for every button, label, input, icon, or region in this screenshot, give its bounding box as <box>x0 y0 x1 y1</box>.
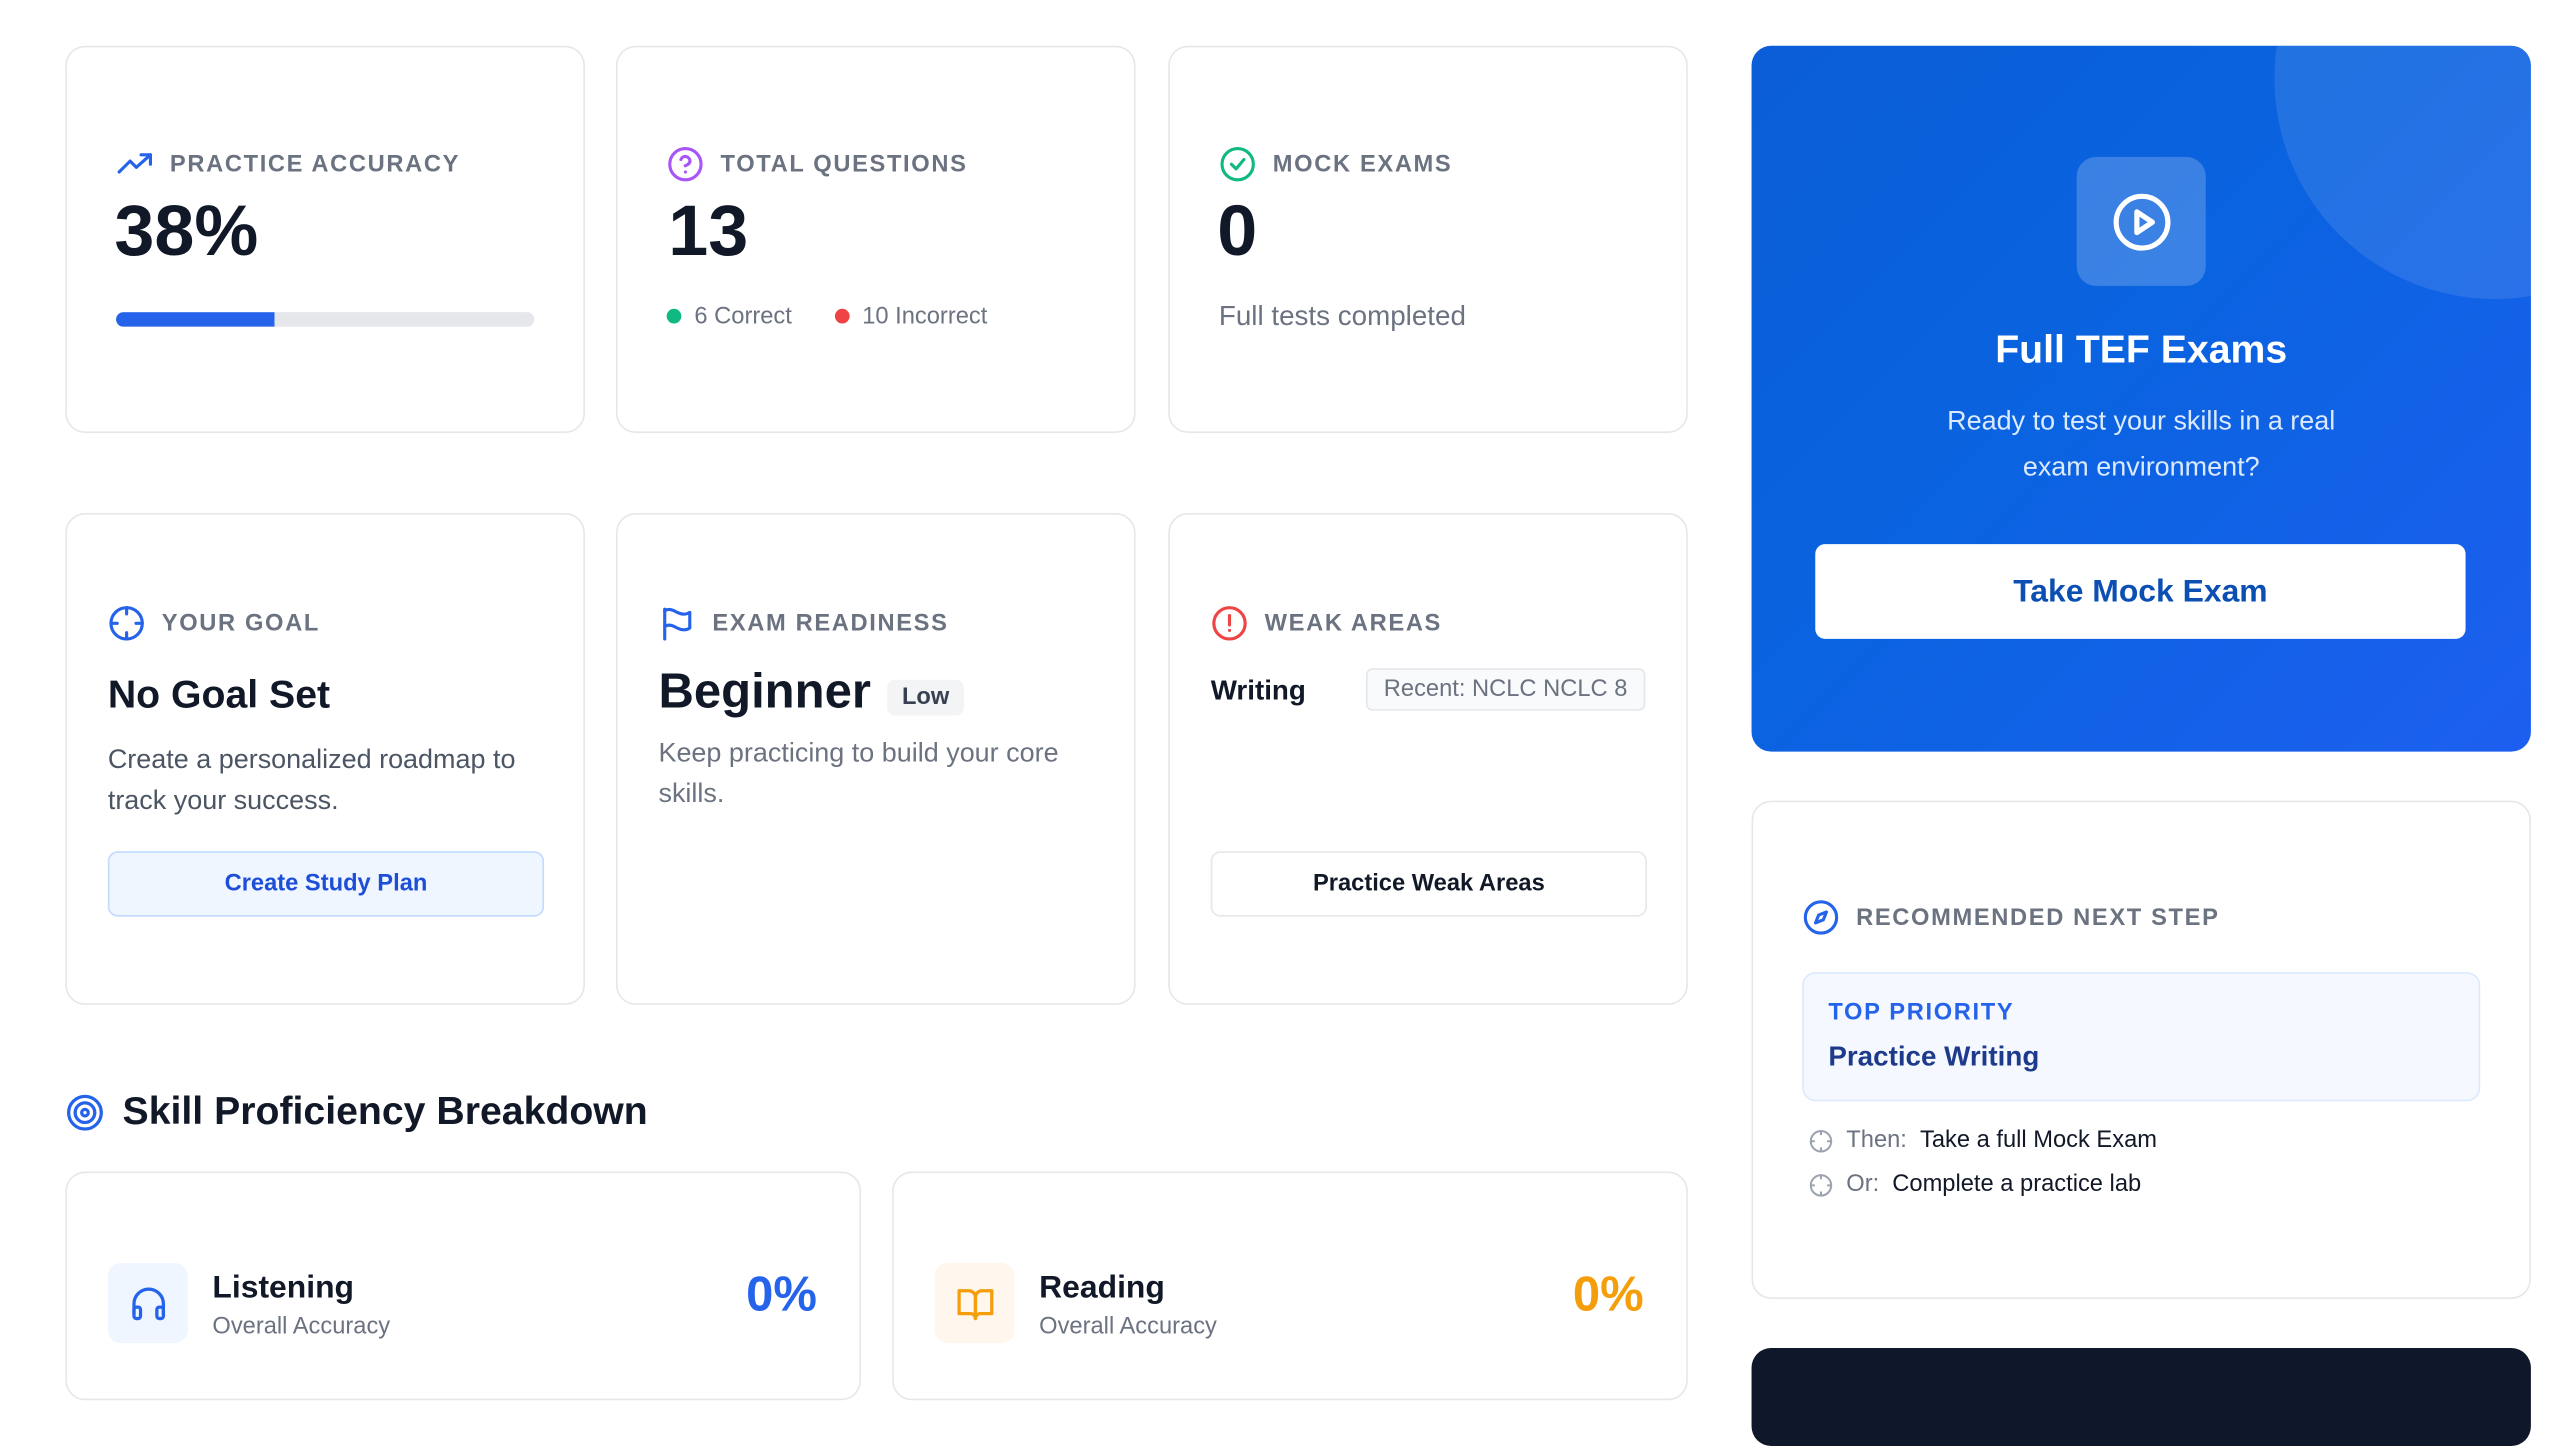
skill-subtext: Overall Accuracy <box>1039 1313 1217 1340</box>
create-study-plan-button[interactable]: Create Study Plan <box>107 851 545 917</box>
play-circle-icon <box>2076 156 2206 286</box>
stat-label: MOCK EXAMS <box>1272 151 1453 178</box>
correct-count: 6 Correct <box>694 303 792 331</box>
book-icon <box>934 1263 1015 1344</box>
priority-label: TOP PRIORITY <box>1828 999 2015 1027</box>
skill-subtext: Overall Accuracy <box>212 1313 391 1340</box>
question-circle-icon <box>668 146 703 182</box>
crosshair-icon <box>109 606 144 641</box>
accuracy-value: 38% <box>114 191 259 272</box>
skill-name: Listening <box>212 1269 355 1306</box>
accuracy-progress-fill <box>116 312 275 327</box>
total-questions-card: TOTAL QUESTIONS 13 6 Correct 10 Incorrec… <box>615 45 1136 433</box>
incorrect-dot <box>834 308 850 323</box>
incorrect-count: 10 Incorrect <box>862 303 988 331</box>
priority-value: Practice Writing <box>1828 1040 2040 1072</box>
weak-label: WEAK AREAS <box>1264 610 1443 637</box>
compass-icon <box>1803 900 1839 935</box>
readiness-title: Beginner <box>658 664 871 719</box>
weak-skill: Writing <box>1210 674 1306 706</box>
check-circle-icon <box>1220 146 1255 182</box>
recent-level-badge: Recent: NCLC NCLC 8 <box>1365 668 1646 711</box>
tef-description: Ready to test your skills in a real exam… <box>1947 406 2336 483</box>
crosshair-icon <box>1809 1173 1833 1196</box>
weak-areas-card: WEAK AREAS Writing Recent: NCLC NCLC 8 P… <box>1168 513 1688 1005</box>
goal-label: YOUR GOAL <box>161 610 320 637</box>
top-priority-box[interactable]: TOP PRIORITY Practice Writing <box>1802 972 2481 1102</box>
or-step: Or: Complete a practice lab <box>1809 1172 2141 1198</box>
practice-accuracy-card: PRACTICE ACCURACY 38% <box>65 45 585 433</box>
practice-weak-areas-button[interactable]: Practice Weak Areas <box>1210 851 1647 917</box>
answer-breakdown: 6 Correct 10 Incorrect <box>666 303 988 331</box>
readiness-label: EXAM READINESS <box>712 610 949 637</box>
or-value: Complete a practice lab <box>1892 1171 2142 1198</box>
recommended-next-step-card: RECOMMENDED NEXT STEP TOP PRIORITY Pract… <box>1751 800 2531 1299</box>
section-title: Skill Proficiency Breakdown <box>122 1089 648 1134</box>
exam-readiness-card: EXAM READINESS Beginner Low Keep practic… <box>615 513 1136 1005</box>
goal-title: No Goal Set <box>107 673 331 718</box>
skill-proficiency-heading: Skill Proficiency Breakdown <box>65 1089 648 1136</box>
target-icon <box>66 1094 103 1131</box>
trending-up-icon <box>117 153 153 174</box>
your-goal-card: YOUR GOAL No Goal Set Create a personali… <box>65 513 585 1005</box>
readiness-level: Beginner Low <box>658 664 965 721</box>
next-step-label: RECOMMENDED NEXT STEP <box>1856 904 2220 931</box>
mock-value: 0 <box>1217 191 1258 272</box>
tef-exams-card: Full TEF Exams Ready to test your skills… <box>1751 45 2531 752</box>
dark-card <box>1751 1347 2531 1446</box>
stat-label: TOTAL QUESTIONS <box>720 151 968 178</box>
skill-percentage: 0% <box>1572 1267 1644 1322</box>
skill-percentage: 0% <box>746 1267 817 1322</box>
headphones-icon <box>107 1263 188 1344</box>
readiness-description: Keep practicing to build your core skill… <box>658 738 1059 809</box>
stat-label: PRACTICE ACCURACY <box>169 151 461 178</box>
then-label: Then: <box>1846 1127 1907 1154</box>
readiness-badge: Low <box>887 678 965 715</box>
alert-circle-icon <box>1212 606 1247 641</box>
mock-exams-card: MOCK EXAMS 0 Full tests completed <box>1168 45 1688 433</box>
or-label: Or: <box>1846 1171 1880 1198</box>
then-step: Then: Take a full Mock Exam <box>1809 1127 2158 1154</box>
mock-subtext: Full tests completed <box>1218 300 1466 332</box>
tef-title: Full TEF Exams <box>1995 328 2288 373</box>
crosshair-icon <box>1809 1129 1833 1152</box>
take-mock-exam-button[interactable]: Take Mock Exam <box>1815 544 2466 639</box>
skill-name: Reading <box>1039 1269 1165 1306</box>
flag-icon <box>663 607 692 641</box>
correct-dot <box>666 308 682 323</box>
goal-description: Create a personalized roadmap to track y… <box>107 745 516 816</box>
questions-value: 13 <box>668 191 749 272</box>
dashboard: PRACTICE ACCURACY 38% TOTAL QUESTIONS 13… <box>0 0 2562 1446</box>
decorative-circle <box>2274 45 2531 300</box>
then-value: Take a full Mock Exam <box>1919 1127 2158 1154</box>
accuracy-progress-bar <box>116 312 535 327</box>
